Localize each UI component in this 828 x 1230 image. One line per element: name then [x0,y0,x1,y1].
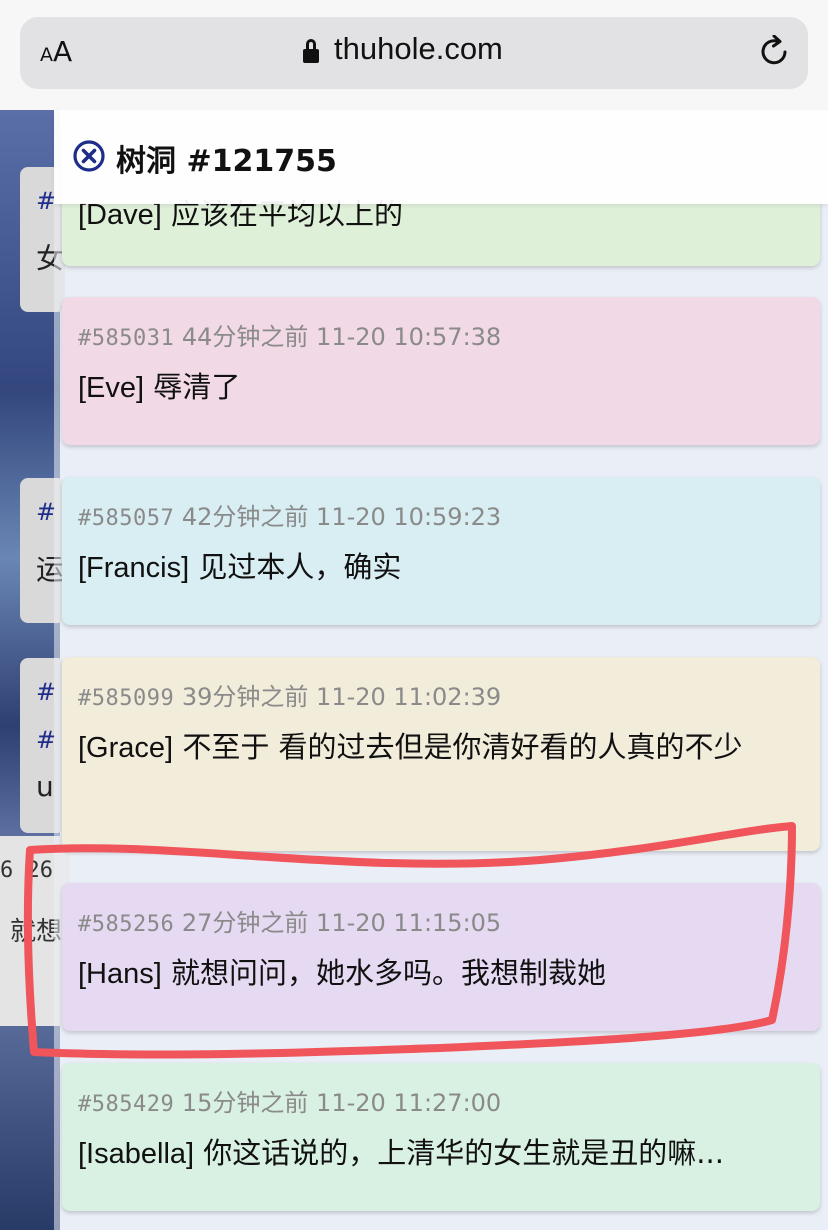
reply-meta: #585099 39分钟之前 11-20 11:02:39 [78,677,501,712]
reply-author: [Eve] [78,372,145,404]
reply-meta: #585256 27分钟之前 11-20 11:15:05 [78,903,501,938]
close-icon[interactable] [72,139,106,173]
reply-time-ago: 42分钟之前 [181,503,309,531]
reply-author: [Hans] [78,958,162,990]
reply-time-ago: 15分钟之前 [181,1089,309,1117]
reply-card[interactable]: #585031 44分钟之前 11-20 10:57:38 [Eve] 辱清了 [62,297,820,445]
lock-icon [303,39,319,63]
reply-timestamp: 11-20 11:15:05 [316,909,502,937]
reply-text: [Eve] 辱清了 [78,365,804,410]
reply-timestamp: 11-20 11:27:00 [316,1089,502,1117]
reply-text: [Hans] 就想问问，她水多吗。我想制裁她 [78,951,804,996]
reply-content: 见过本人，确实 [198,550,402,584]
reply-card[interactable]: #585429 15分钟之前 11-20 11:27:00 [Isabella]… [62,1063,820,1211]
reply-content: 不至于 看的过去但是你清好看的人真的不少 [182,730,743,764]
browser-toolbar: AA thuhole.com [0,0,828,111]
reply-content: 辱清了 [153,370,241,404]
reply-text: [Grace] 不至于 看的过去但是你清好看的人真的不少 [78,725,804,770]
reply-id: #585099 [78,686,175,711]
reply-timestamp: 11-20 10:59:23 [316,503,502,531]
reply-time-ago: 27分钟之前 [181,909,309,937]
reply-id: #585031 [78,326,175,351]
reply-author: [Grace] [78,732,174,764]
reload-icon[interactable] [758,35,792,69]
reply-card[interactable]: #585256 27分钟之前 11-20 11:15:05 [Hans] 就想问… [62,883,820,1031]
reply-id: #585429 [78,1092,175,1117]
reply-meta: #585031 44分钟之前 11-20 10:57:38 [78,317,501,352]
reply-author: [Francis] [78,552,190,584]
reply-text: [Francis] 见过本人，确实 [78,545,804,590]
reply-card[interactable]: #585057 42分钟之前 11-20 10:59:23 [Francis] … [62,477,820,625]
reply-author: [Isabella] [78,1138,195,1170]
address-bar[interactable]: AA thuhole.com [20,17,808,89]
reply-id: #585256 [78,912,175,937]
thread-title: 树洞 #121755 [116,144,337,179]
reply-timestamp: 11-20 10:57:38 [316,323,502,351]
reply-meta: #585057 42分钟之前 11-20 10:59:23 [78,497,501,532]
reply-meta: #585429 15分钟之前 11-20 11:27:00 [78,1083,501,1118]
reply-card[interactable]: #585099 39分钟之前 11-20 11:02:39 [Grace] 不至… [62,657,820,851]
text-size-button[interactable]: AA [40,35,72,68]
reply-timestamp: 11-20 11:02:39 [316,683,502,711]
reply-content: 你这话说的，上清华的女生就是丑的嘛... [203,1136,724,1170]
reply-time-ago: 39分钟之前 [181,683,309,711]
reply-content: 就想问问，她水多吗。我想制裁她 [171,956,607,990]
reply-id: #585057 [78,506,175,531]
url-text[interactable]: thuhole.com [334,31,503,67]
reply-text: [Isabella] 你这话说的，上清华的女生就是丑的嘛... [78,1131,804,1176]
reply-time-ago: 44分钟之前 [181,323,309,351]
thread-header: 树洞 #121755 [54,110,828,204]
